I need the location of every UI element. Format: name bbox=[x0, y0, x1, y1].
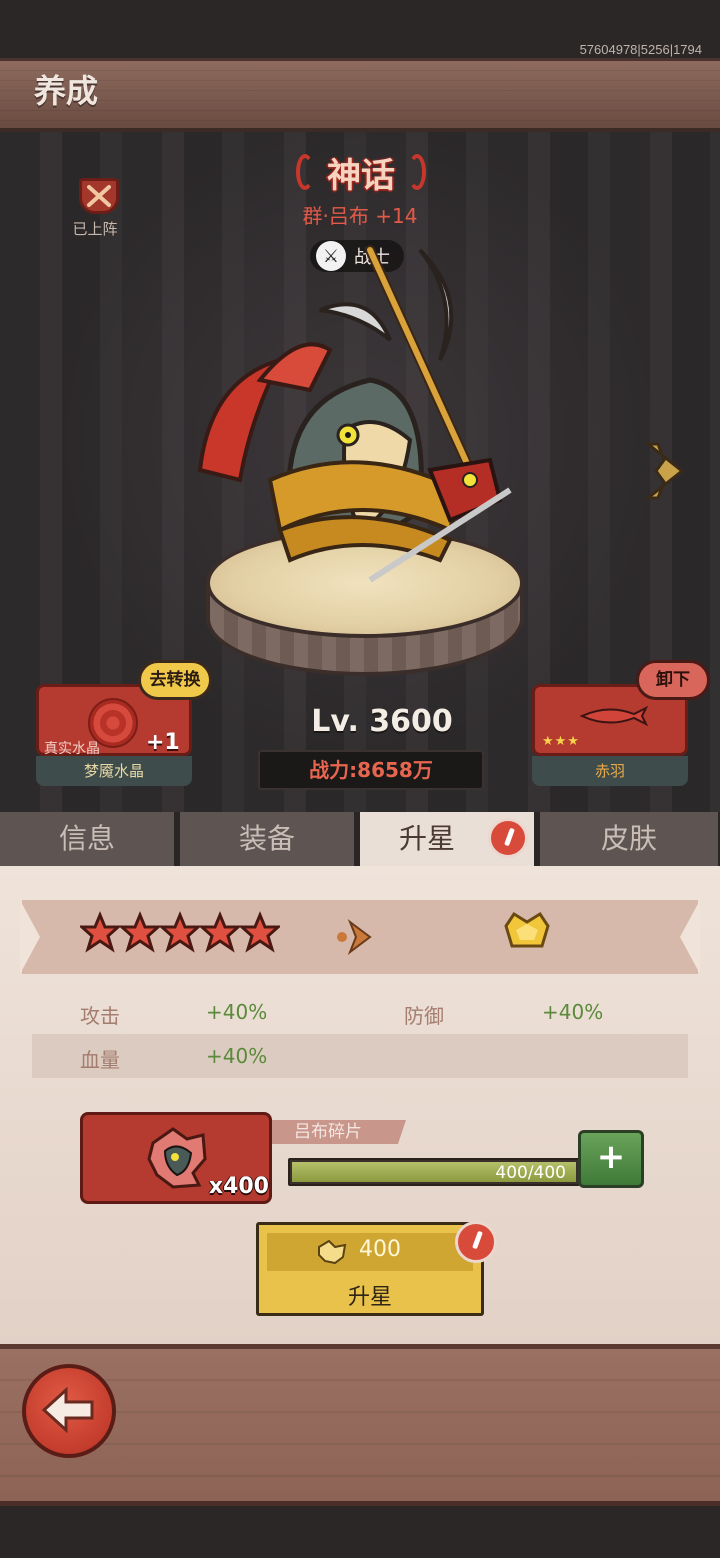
star-icon bbox=[200, 911, 240, 953]
rarity-banner: 神话 bbox=[296, 148, 426, 196]
back-button[interactable] bbox=[22, 1364, 116, 1458]
shard-label-text: 吕布碎片 bbox=[294, 1122, 362, 1142]
star-up-cost: 400 bbox=[359, 1237, 401, 1262]
tab-star-up[interactable]: 升星 bbox=[360, 812, 536, 868]
star-icon bbox=[160, 911, 200, 953]
star-up-button[interactable]: 400 升星 bbox=[256, 1221, 497, 1316]
stat-bonuses: 攻击 +40% 防御 +40% 血量 +40% bbox=[32, 990, 688, 1078]
star-icon bbox=[80, 911, 120, 953]
stat-row: 血量 +40% bbox=[32, 1034, 688, 1078]
stat-name: 血量 bbox=[80, 1048, 120, 1072]
crystal-sublabel: 真实水晶 bbox=[44, 741, 100, 757]
rarity-label: 神话 bbox=[327, 156, 395, 196]
star-up-label: 升星 bbox=[347, 1285, 392, 1310]
shard-count: x400 bbox=[208, 1174, 269, 1199]
gold-fragment-icon bbox=[318, 1239, 347, 1265]
crystal-name: 梦魇水晶 bbox=[36, 756, 192, 786]
stat-value: +40% bbox=[206, 1000, 268, 1024]
build-id: 57604978|5256|1794 bbox=[579, 42, 702, 57]
tab-equipment[interactable]: 装备 bbox=[180, 812, 356, 866]
stat-name: 防御 bbox=[404, 1004, 444, 1028]
star-icon bbox=[240, 911, 280, 953]
shard-progress-text: 400/400 bbox=[495, 1163, 566, 1183]
alert-icon bbox=[488, 818, 528, 858]
hero-shard-item[interactable]: x400 bbox=[80, 1112, 272, 1204]
tab-equipment-label: 装备 bbox=[238, 822, 295, 855]
back-arrow-icon bbox=[41, 1386, 94, 1434]
next-hero-arrow-icon[interactable] bbox=[640, 436, 690, 506]
golden-crown-icon bbox=[504, 911, 550, 948]
shard-progress-bar: 400/400 bbox=[288, 1158, 580, 1186]
current-stars bbox=[80, 910, 280, 954]
unequip-button[interactable]: 卸下 bbox=[636, 660, 710, 700]
tab-skin[interactable]: 皮肤 bbox=[540, 812, 720, 866]
tab-star-up-label: 升星 bbox=[398, 822, 455, 855]
bottom-strip bbox=[0, 1506, 720, 1558]
shard-label: 吕布碎片 bbox=[272, 1120, 406, 1144]
combat-power: 战力:8658万 bbox=[258, 750, 484, 790]
stat-value: +40% bbox=[542, 1000, 604, 1024]
tab-info-label: 信息 bbox=[58, 822, 115, 855]
tab-info[interactable]: 信息 bbox=[0, 812, 176, 866]
convert-button[interactable]: 去转换 bbox=[138, 660, 212, 700]
alert-icon bbox=[455, 1221, 497, 1263]
relic-name: 赤羽 bbox=[532, 756, 688, 786]
title-bar bbox=[0, 58, 720, 132]
laurel-right-icon bbox=[408, 154, 426, 190]
tab-bar: 信息 装备 升星 皮肤 bbox=[0, 812, 720, 868]
upgrade-arrow-icon bbox=[337, 919, 372, 955]
stat-row: 攻击 +40% 防御 +40% bbox=[32, 990, 688, 1034]
laurel-left-icon bbox=[296, 154, 314, 190]
tab-skin-label: 皮肤 bbox=[600, 822, 657, 855]
stat-name: 攻击 bbox=[80, 1004, 120, 1028]
star-icon bbox=[120, 911, 160, 953]
page-title: 养成 bbox=[34, 72, 99, 110]
shard-icon bbox=[147, 1127, 207, 1189]
cost-row: 400 bbox=[267, 1233, 473, 1271]
hero-name: 群·吕布 +14 bbox=[302, 204, 418, 228]
hero-character-art[interactable] bbox=[170, 230, 550, 610]
add-shards-button[interactable]: + bbox=[578, 1130, 644, 1188]
stat-value: +40% bbox=[206, 1044, 268, 1068]
hero-level: Lv. 3600 bbox=[311, 704, 453, 739]
